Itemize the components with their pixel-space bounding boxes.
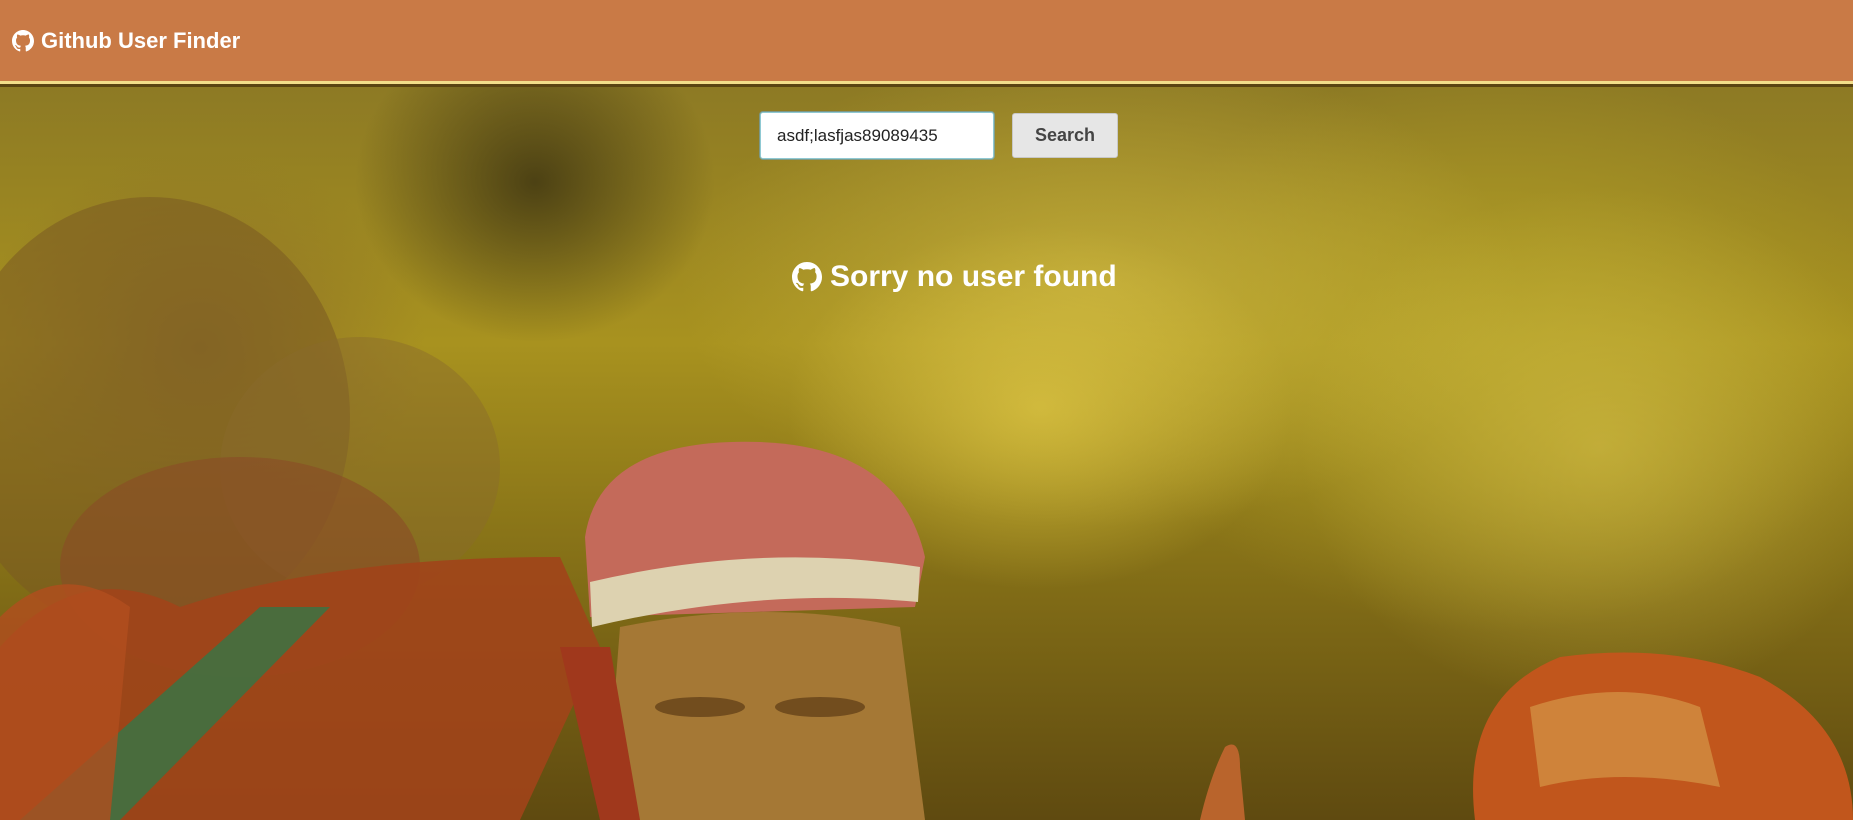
no-user-text: Sorry no user found	[830, 260, 1117, 293]
brand-title: Github User Finder	[41, 27, 241, 53]
holi-photo	[0, 87, 1853, 820]
search-form: Search	[760, 112, 1118, 159]
github-icon	[12, 29, 34, 52]
navbar: Github User Finder	[0, 0, 1853, 84]
brand-link[interactable]: Github User Finder	[12, 28, 240, 54]
no-user-message: Sorry no user found	[792, 260, 1117, 294]
background-photo: Search Sorry no user found	[0, 87, 1853, 820]
search-button[interactable]: Search	[1012, 113, 1118, 158]
search-input[interactable]	[760, 112, 994, 159]
github-icon	[792, 262, 822, 292]
